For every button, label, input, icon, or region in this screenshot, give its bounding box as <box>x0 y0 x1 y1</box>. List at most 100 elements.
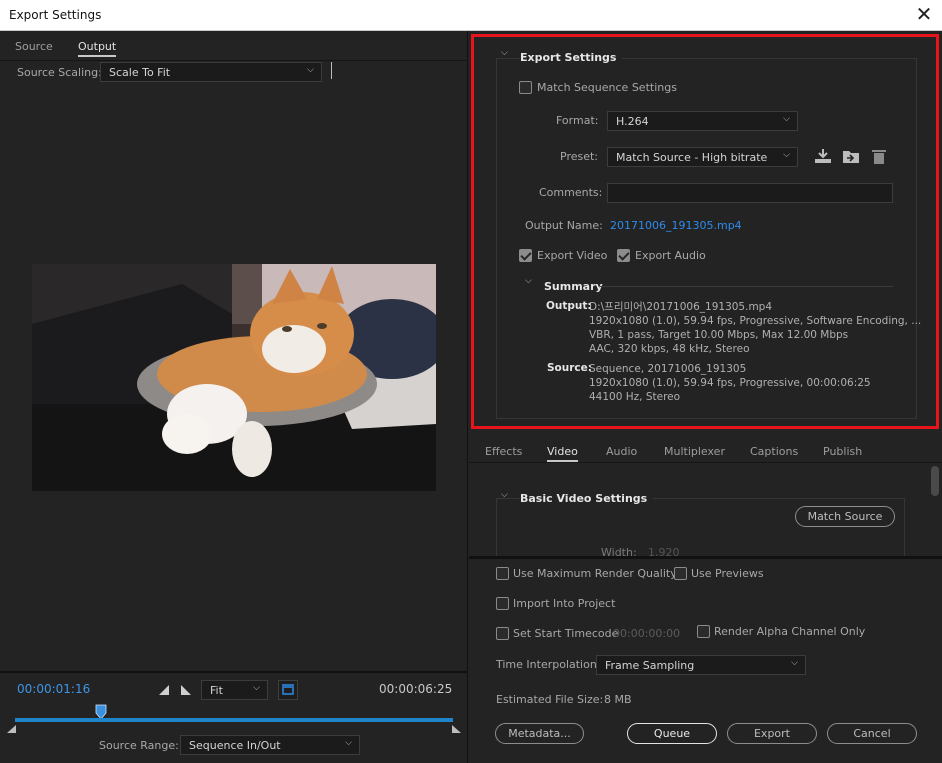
comments-input[interactable] <box>607 183 893 203</box>
end-timecode: 00:00:06:25 <box>379 682 453 696</box>
chevron-down-icon: ⌵ <box>791 658 798 668</box>
basic-video-chevron-icon[interactable]: ⌵ <box>501 490 508 500</box>
video-settings-pane: ⌵ Basic Video Settings Match Source Widt… <box>469 464 942 556</box>
timeline-track[interactable] <box>15 718 453 722</box>
queue-button[interactable]: Queue <box>627 723 717 744</box>
summary-source-text: Sequence, 20171006_191305 1920x1080 (1.0… <box>589 362 871 404</box>
format-label: Format: <box>556 114 599 127</box>
summary-source-line: 44100 Hz, Stereo <box>589 391 681 403</box>
tab-publish[interactable]: Publish <box>823 445 862 458</box>
time-interpolation-label: Time Interpolation: <box>496 658 601 671</box>
title-bar: Export Settings ✕ <box>0 0 942 31</box>
source-range-dropdown[interactable]: Sequence In/Out ⌵ <box>180 735 360 755</box>
summary-output-line: 1920x1080 (1.0), 59.94 fps, Progressive,… <box>589 315 922 327</box>
export-video-label: Export Video <box>537 249 608 262</box>
settings-tabbar: Effects Video Audio Multiplexer Captions… <box>469 437 942 463</box>
tab-video[interactable]: Video <box>547 445 578 462</box>
use-previews-checkbox[interactable] <box>674 567 687 580</box>
comments-label: Comments: <box>539 186 603 199</box>
max-render-checkbox[interactable] <box>496 567 509 580</box>
fit-dropdown[interactable]: Fit ⌵ <box>201 680 268 700</box>
summary-output-line: D:\프리미어\20171006_191305.mp4 <box>589 301 773 313</box>
format-dropdown[interactable]: H.264 ⌵ <box>607 111 798 131</box>
summary-output-label: Output: <box>546 300 592 312</box>
render-alpha-label: Render Alpha Channel Only <box>714 625 866 638</box>
summary-title: Summary <box>544 280 603 293</box>
summary-source-line: Sequence, 20171006_191305 <box>589 363 747 375</box>
preset-value: Match Source - High bitrate <box>616 151 768 164</box>
window-title: Export Settings <box>9 8 102 22</box>
preset-label: Preset: <box>560 150 599 163</box>
start-timecode-value: 00:00:00:00 <box>613 627 681 640</box>
source-scaling-label: Source Scaling: <box>17 66 102 79</box>
file-size-value: 8 MB <box>604 693 632 706</box>
source-scaling-dropdown[interactable]: Scale To Fit ⌵ <box>100 62 322 82</box>
render-alpha-checkbox[interactable] <box>697 625 710 638</box>
tab-audio[interactable]: Audio <box>606 445 637 458</box>
import-project-label: Import Into Project <box>513 597 616 610</box>
preset-dropdown[interactable]: Match Source - High bitrate ⌵ <box>607 147 798 167</box>
save-preset-icon[interactable] <box>814 148 832 164</box>
export-audio-checkbox[interactable] <box>617 249 630 262</box>
tab-multiplexer[interactable]: Multiplexer <box>664 445 725 458</box>
video-preview <box>32 264 436 491</box>
close-icon[interactable]: ✕ <box>914 3 934 25</box>
match-source-button[interactable]: Match Source <box>795 506 895 527</box>
tab-captions[interactable]: Captions <box>750 445 798 458</box>
in-point-marker[interactable] <box>7 725 17 734</box>
preview-frame-image <box>32 264 436 491</box>
width-label: Width: <box>601 546 637 556</box>
right-bottom-divider <box>469 556 942 559</box>
output-name-label: Output Name: <box>525 219 603 232</box>
mark-in-icon[interactable] <box>158 684 170 696</box>
out-point-marker[interactable] <box>452 725 462 734</box>
export-settings-title: Export Settings <box>520 51 623 64</box>
metadata-button[interactable]: Metadata... <box>495 723 584 744</box>
source-range-label: Source Range: <box>99 739 179 752</box>
start-timecode-checkbox[interactable] <box>496 627 509 640</box>
safe-margins-icon[interactable] <box>278 680 298 700</box>
time-interpolation-dropdown[interactable]: Frame Sampling ⌵ <box>596 655 806 675</box>
import-preset-icon[interactable] <box>842 148 860 164</box>
left-bottom-divider <box>0 671 468 673</box>
chevron-down-icon: ⌵ <box>783 150 790 160</box>
summary-source-label: Source: <box>547 362 592 374</box>
summary-output-line: VBR, 1 pass, Target 10.00 Mbps, Max 12.0… <box>589 329 849 341</box>
width-value[interactable]: 1,920 <box>648 546 680 556</box>
max-render-label: Use Maximum Render Quality <box>513 567 677 580</box>
match-sequence-label: Match Sequence Settings <box>537 81 677 94</box>
chevron-down-icon: ⌵ <box>345 738 352 748</box>
export-button[interactable]: Export <box>727 723 817 744</box>
left-tabbar: Source Output <box>0 31 468 61</box>
summary-source-line: 1920x1080 (1.0), 59.94 fps, Progressive,… <box>589 377 871 389</box>
source-scaling-value: Scale To Fit <box>109 66 171 79</box>
tab-output[interactable]: Output <box>78 40 117 57</box>
fit-value: Fit <box>210 684 223 697</box>
summary-rule <box>600 286 893 287</box>
scrollbar[interactable] <box>931 466 939 496</box>
summary-output-text: D:\프리미어\20171006_191305.mp4 1920x1080 (1… <box>589 300 921 356</box>
source-range-value: Sequence In/Out <box>189 739 281 752</box>
summary-chevron-icon[interactable]: ⌵ <box>525 276 532 286</box>
chevron-down-icon: ⌵ <box>783 114 790 124</box>
basic-video-title: Basic Video Settings <box>520 492 654 505</box>
use-previews-label: Use Previews <box>691 567 764 580</box>
chevron-down-icon: ⌵ <box>253 683 260 693</box>
tab-source[interactable]: Source <box>15 40 53 53</box>
format-value: H.264 <box>616 115 649 128</box>
delete-preset-icon[interactable] <box>871 148 887 164</box>
tab-effects[interactable]: Effects <box>485 445 522 458</box>
output-name-link[interactable]: 20171006_191305.mp4 <box>610 219 742 232</box>
match-sequence-checkbox[interactable] <box>519 81 532 94</box>
time-interpolation-value: Frame Sampling <box>605 659 695 672</box>
export-settings-chevron-icon[interactable]: ⌵ <box>501 48 508 58</box>
export-audio-label: Export Audio <box>635 249 706 262</box>
export-video-checkbox[interactable] <box>519 249 532 262</box>
divider <box>331 62 332 79</box>
import-project-checkbox[interactable] <box>496 597 509 610</box>
mark-out-icon[interactable] <box>180 684 192 696</box>
cancel-button[interactable]: Cancel <box>827 723 917 744</box>
file-size-label: Estimated File Size: <box>496 693 604 706</box>
current-timecode[interactable]: 00:00:01:16 <box>17 682 90 696</box>
left-panel: Source Output Source Scaling: Scale To F… <box>0 31 468 763</box>
